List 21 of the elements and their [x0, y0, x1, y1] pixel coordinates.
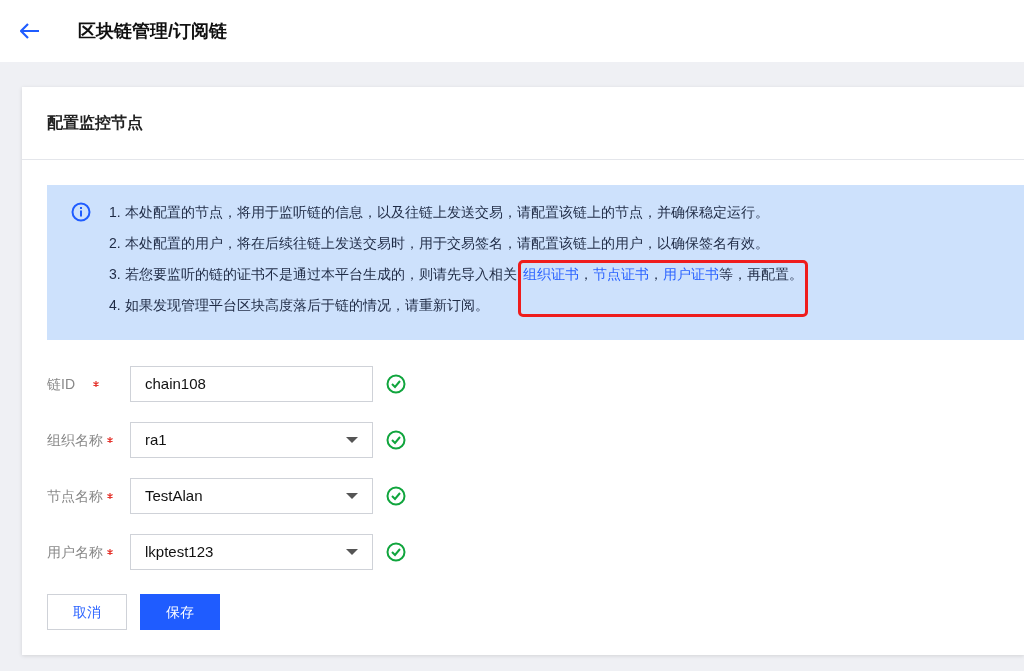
notice-text: 4. 如果发现管理平台区块高度落后于链的情况，请重新订阅。	[109, 296, 490, 315]
field-label: 组织名称	[47, 430, 104, 450]
certificate-link[interactable]: 用户证书	[662, 266, 719, 282]
back-arrow-icon[interactable]	[20, 23, 40, 39]
card-title: 配置监控节点	[47, 113, 143, 133]
cancel-button[interactable]: 取消	[47, 594, 127, 630]
certificate-link[interactable]: 组织证书	[522, 266, 579, 282]
info-icon	[71, 202, 91, 222]
field-label: 链ID	[47, 374, 76, 394]
notice-text: 3. 若您要监听的链的证书不是通过本平台生成的，则请先导入相关 组织证书，节点证书，用户证书等，再配置。	[109, 265, 803, 284]
notice-text: 2. 本处配置的用户，将在后续往链上发送交易时，用于交易签名，请配置该链上的用户，以确保签名有效。	[109, 234, 770, 253]
input-field[interactable]: chain108	[130, 366, 373, 402]
notice-text: 1. 本处配置的节点，将用于监听链的信息，以及往链上发送交易，请配置该链上的节点，并确保稳定运行。	[109, 203, 770, 222]
select-field[interactable]: TestAlan	[130, 478, 373, 514]
save-button[interactable]: 保存	[140, 594, 220, 630]
page-title: 区块链管理/订阅链	[78, 19, 227, 43]
field-label: 节点名称	[47, 486, 104, 506]
select-field[interactable]: lkptest123	[130, 534, 373, 570]
certificate-link[interactable]: 节点证书	[592, 266, 649, 282]
select-field[interactable]: ra1	[130, 422, 373, 458]
field-label: 用户名称	[47, 542, 104, 562]
